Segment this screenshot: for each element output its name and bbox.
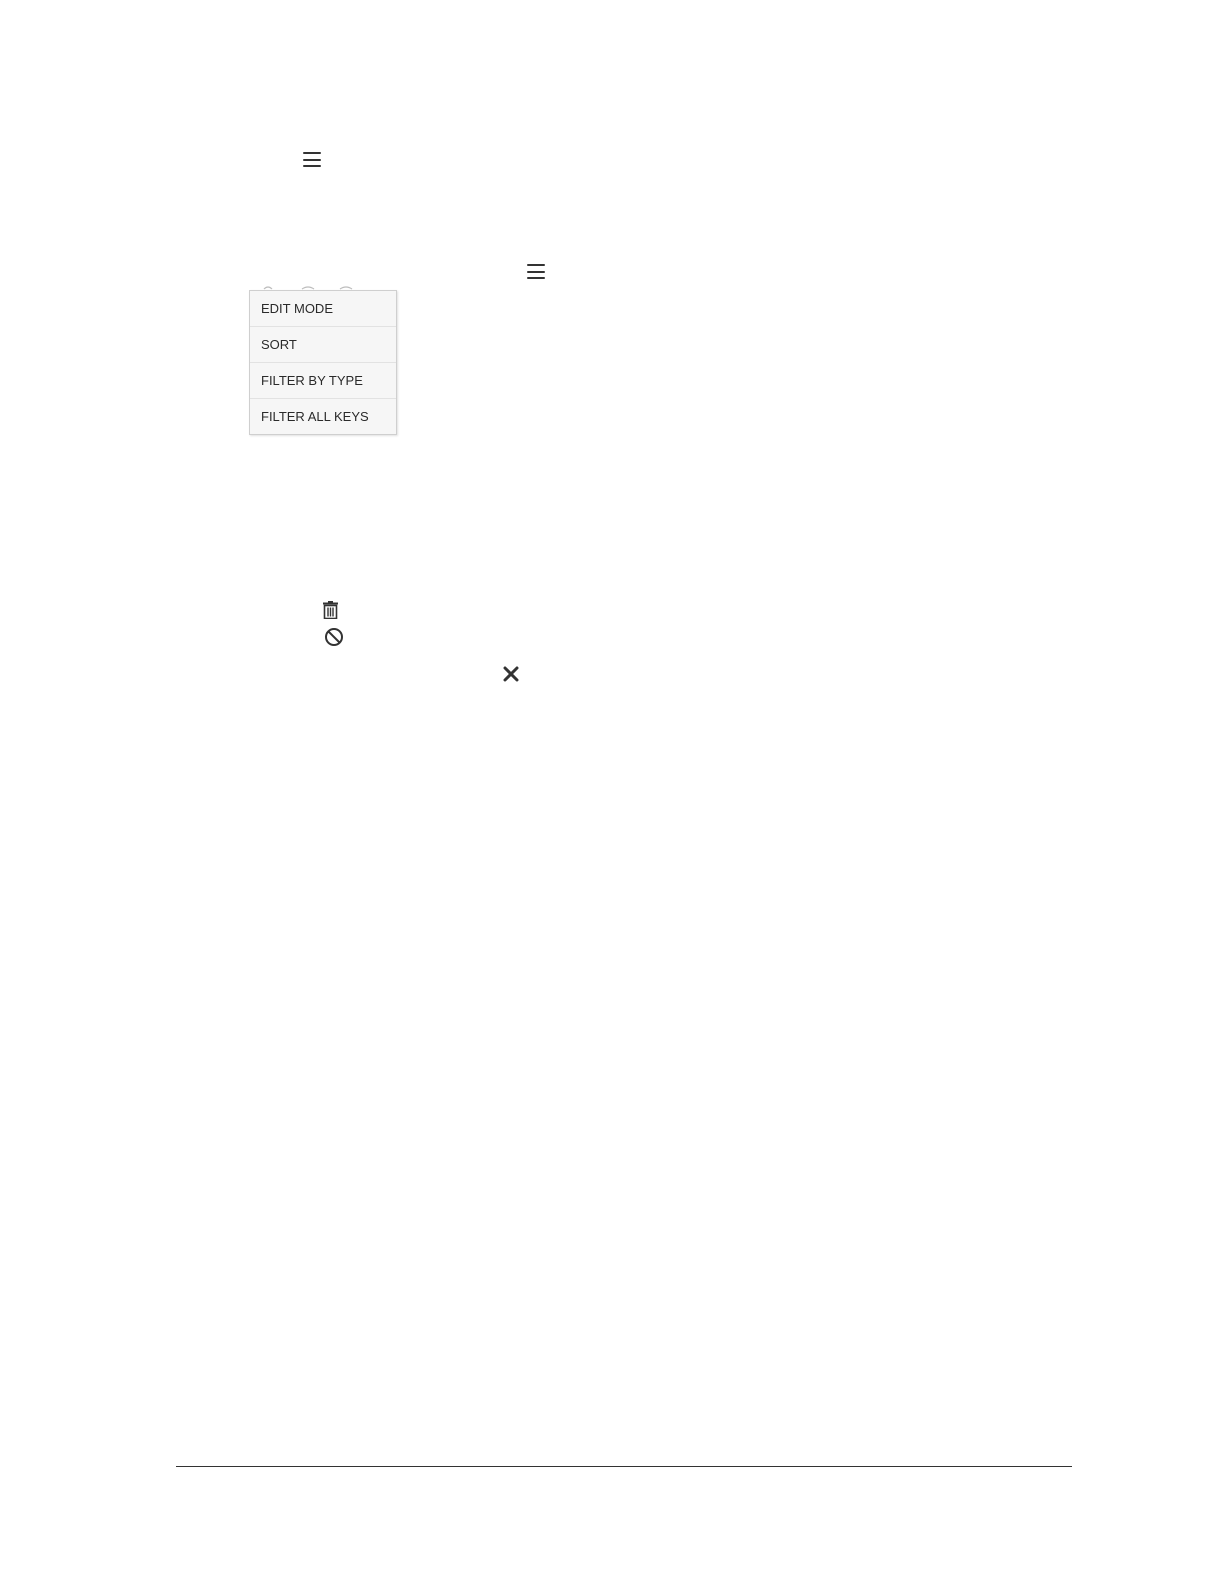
menu-item-filter-by-type[interactable]: FILTER BY TYPE (250, 363, 396, 399)
overflow-menu: EDIT MODE SORT FILTER BY TYPE FILTER ALL… (249, 290, 397, 435)
hamburger-menu-icon-open[interactable] (527, 264, 545, 279)
hamburger-menu-icon[interactable] (303, 152, 321, 167)
menu-item-filter-all-keys[interactable]: FILTER ALL KEYS (250, 399, 396, 435)
menu-item-sort[interactable]: SORT (250, 327, 396, 363)
menu-item-edit-mode[interactable]: EDIT MODE (250, 291, 396, 327)
footer-divider (176, 1466, 1072, 1467)
prohibited-icon[interactable] (324, 627, 344, 647)
trash-icon[interactable] (322, 601, 339, 619)
close-icon[interactable] (502, 665, 520, 683)
